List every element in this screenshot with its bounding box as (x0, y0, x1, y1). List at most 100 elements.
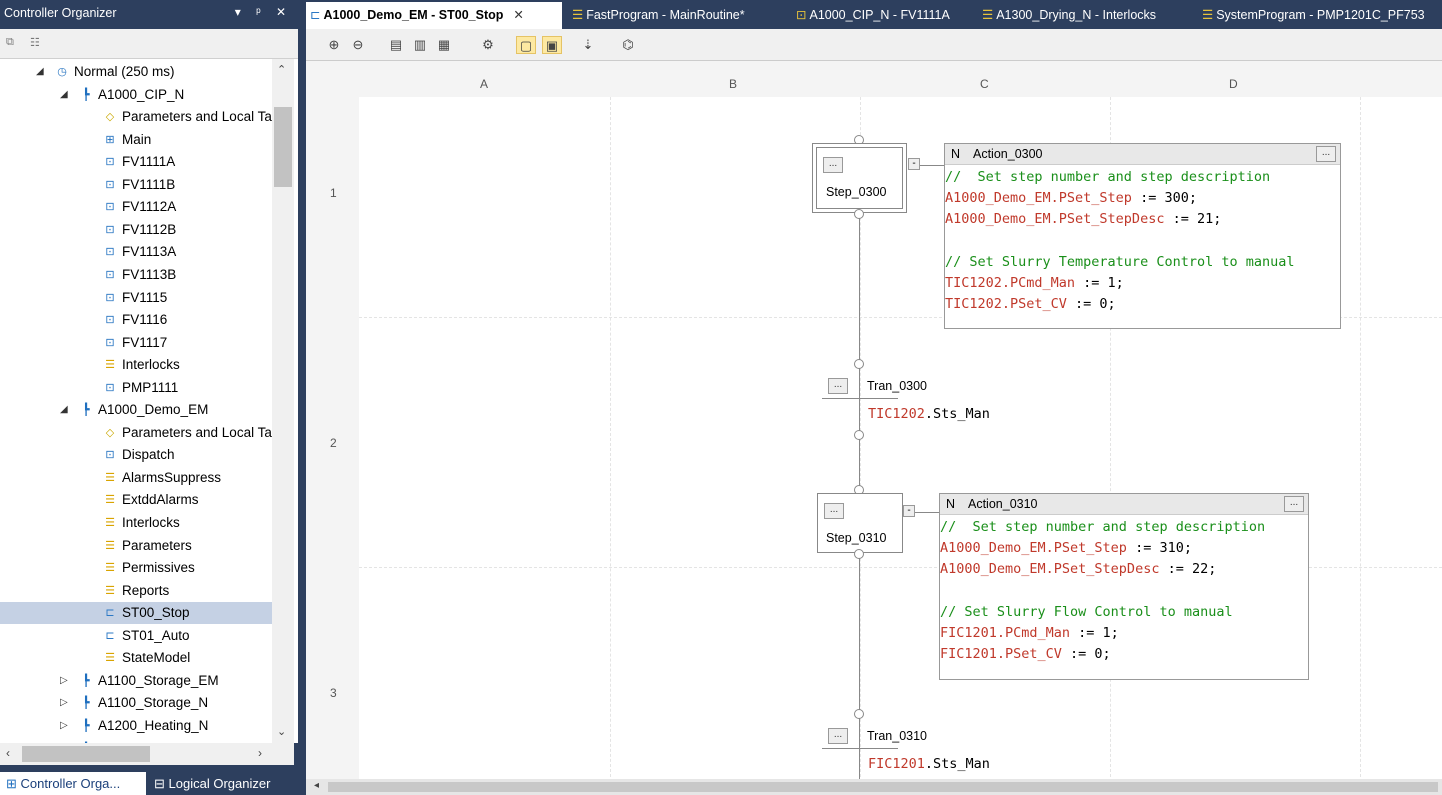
expanded-arrow-icon[interactable]: ◢ (60, 399, 72, 421)
collapsed-arrow-icon[interactable]: ▷ (60, 670, 72, 692)
document-tab[interactable]: ☰ A1300_Drying_N - Interlocks (978, 2, 1192, 29)
tree-item[interactable]: ☰ ExtddAlarms (0, 489, 272, 511)
toggle-layout-icon[interactable]: ⇣ (578, 36, 598, 54)
action-structured-text[interactable]: // Set step number and step description A… (945, 167, 1295, 315)
panel-splitter[interactable] (298, 29, 306, 795)
tree-item[interactable]: ☰ StateModel (0, 647, 272, 669)
scroll-right-icon[interactable]: › (258, 746, 262, 760)
tree-item-label: StateModel (122, 650, 191, 666)
hscroll-thumb[interactable] (22, 746, 150, 762)
step-0300[interactable]: ... Step_0300 (812, 143, 907, 213)
sfc-editor[interactable]: A B C D 1 2 3 ... Step_0300 - N Action_0… (306, 61, 1442, 779)
editor-hscroll-thumb[interactable] (328, 782, 1438, 792)
close-tab-icon[interactable]: ✕ (513, 8, 523, 22)
scroll-left-icon[interactable]: ‹ (6, 746, 10, 760)
page-copy-icon[interactable]: ▥ (410, 36, 430, 54)
tree-item[interactable]: ⊡ PMP1111 (0, 377, 272, 399)
document-tab[interactable]: ⊏ A1000_Demo_EM - ST00_Stop ✕ (306, 2, 562, 29)
tree-item[interactable]: ◇ Parameters and Local Tags (0, 422, 286, 444)
tree-item[interactable]: ◢ ┡ A1000_CIP_N (0, 84, 272, 106)
expanded-arrow-icon[interactable]: ◢ (36, 61, 48, 83)
expanded-arrow-icon[interactable]: ◢ (60, 84, 72, 106)
zoom-in-icon[interactable]: ⊕ (324, 36, 344, 54)
tree-item[interactable]: ⊡ FV1111A (0, 151, 272, 173)
transition-name: Tran_0310 (867, 729, 927, 743)
tab-controller-organizer[interactable]: ⊞ Controller Orga... (0, 772, 146, 795)
collapsed-arrow-icon[interactable]: ▷ (60, 715, 72, 737)
connection-node (854, 209, 864, 219)
tree-item[interactable]: ◇ Parameters and Local Tags (0, 106, 286, 128)
tree-item[interactable]: ⊡ FV1111B (0, 174, 272, 196)
code-tag: A1000_Demo_EM.PSet_StepDesc (940, 561, 1160, 578)
properties-icon[interactable]: ☷ (30, 36, 46, 50)
tree-item[interactable]: ⊡ FV1113A (0, 241, 272, 263)
tree-item[interactable]: ⊞ Main (0, 129, 272, 151)
fbd-routine-icon: ⊡ (105, 314, 115, 327)
show-step-actions-icon[interactable]: ▢ (516, 36, 536, 54)
tree-item[interactable]: ◢ ◷ Normal (250 ms) (0, 61, 272, 83)
tab-logical-organizer[interactable]: ⊟ Logical Organizer (148, 772, 296, 795)
tree-item[interactable]: ⊏ ST01_Auto (0, 625, 272, 647)
step-0310[interactable]: ... Step_0310 (817, 493, 903, 553)
scroll-thumb[interactable] (274, 107, 292, 187)
page-paste-icon[interactable]: ▦ (434, 36, 454, 54)
tree-item[interactable]: ☰ Parameters (0, 535, 272, 557)
transition-properties-button[interactable]: ... (828, 378, 848, 394)
transition-expression[interactable]: FIC1201.Sts_Man (868, 756, 990, 772)
step-properties-button[interactable]: ... (823, 157, 843, 173)
step-properties-button[interactable]: ... (824, 503, 844, 519)
collapsed-arrow-icon[interactable]: ▷ (60, 692, 72, 714)
collapse-action-button[interactable]: - (903, 505, 915, 517)
tree-vertical-scrollbar[interactable]: ⌃ ⌄ (272, 59, 294, 743)
tree-item[interactable]: ⊡ FV1117 (0, 332, 272, 354)
tree-item[interactable]: ⊡ FV1112A (0, 196, 272, 218)
collapse-action-button[interactable]: - (908, 158, 920, 170)
chart-structure-icon[interactable]: ⌬ (618, 36, 638, 54)
tree-item[interactable]: ☰ AlarmsSuppress (0, 467, 272, 489)
column-header-c: C (980, 77, 989, 91)
tree-item[interactable]: ☰ Reports (0, 580, 272, 602)
collapse-all-icon[interactable]: ⧉ (6, 36, 22, 50)
tree-item[interactable]: ⊡ FV1112B (0, 219, 272, 241)
page-icon[interactable]: ▤ (386, 36, 406, 54)
action-structured-text[interactable]: // Set step number and step description A… (940, 517, 1265, 665)
st-routine-icon: ☰ (572, 8, 584, 22)
scroll-up-icon[interactable]: ⌃ (277, 63, 286, 76)
zoom-out-icon[interactable]: ⊖ (348, 36, 368, 54)
tree-item[interactable]: ⊡ Dispatch (0, 444, 272, 466)
panel-title-controls[interactable]: ▾ ᵖ ✕ (235, 5, 292, 19)
tree-item[interactable]: ⊡ FV1115 (0, 287, 272, 309)
editor-horizontal-scrollbar[interactable]: ◂ (306, 779, 1442, 795)
document-tab[interactable]: ⊡ A1000_CIP_N - FV1111A (792, 2, 972, 29)
transition-properties-button[interactable]: ... (828, 728, 848, 744)
scroll-left-icon[interactable]: ◂ (314, 780, 319, 791)
action-0310[interactable]: N Action_0310 ... // Set step number and… (939, 493, 1309, 680)
action-properties-button[interactable]: ... (1316, 146, 1336, 162)
transition-bar[interactable] (822, 398, 898, 399)
fbd-routine-icon: ⊡ (105, 291, 115, 304)
tree-item[interactable]: ☰ Interlocks (0, 512, 272, 534)
tree-item[interactable]: ☰ Interlocks (0, 354, 272, 376)
tree-item[interactable]: ☰ Permissives (0, 557, 272, 579)
scroll-down-icon[interactable]: ⌄ (277, 725, 286, 738)
controller-organizer-panel: Controller Organizer ▾ ᵖ ✕ ⧉ ☷ ◢ ◷ Normal … (0, 0, 298, 795)
tree-item[interactable]: ▷ ┡ A1100_Storage_N (0, 692, 272, 714)
tree-item[interactable]: ▷ ┡ A1200_Heating_N (0, 715, 272, 737)
transition-expression[interactable]: TIC1202.Sts_Man (868, 406, 990, 422)
show-transitions-icon[interactable]: ▣ (542, 36, 562, 54)
document-tab[interactable]: ☰ FastProgram - MainRoutine* (568, 2, 786, 29)
document-tab[interactable]: ☰ SystemProgram - PMP1201C_PF753 (1198, 2, 1442, 29)
action-properties-button[interactable]: ... (1284, 496, 1304, 512)
ladder-routine-icon: ⊞ (105, 133, 115, 146)
code-tag: A1000_Demo_EM.PSet_Step (940, 540, 1127, 557)
tree-horizontal-scrollbar[interactable]: ‹ › (0, 743, 294, 765)
tree-item[interactable]: ⊡ FV1116 (0, 309, 272, 331)
tree-item[interactable]: ◢ ┡ A1000_Demo_EM (0, 399, 272, 421)
action-0300[interactable]: N Action_0300 ... // Set step number and… (944, 143, 1341, 329)
verify-icon[interactable]: ⚙ (478, 36, 498, 54)
tree-item[interactable]: ▷ ┡ A1100_Storage_EM (0, 670, 272, 692)
transition-bar[interactable] (822, 748, 898, 749)
tree-item[interactable]: ⊏ ST00_Stop (0, 602, 272, 625)
tree-item[interactable]: ⊡ FV1113B (0, 264, 272, 286)
